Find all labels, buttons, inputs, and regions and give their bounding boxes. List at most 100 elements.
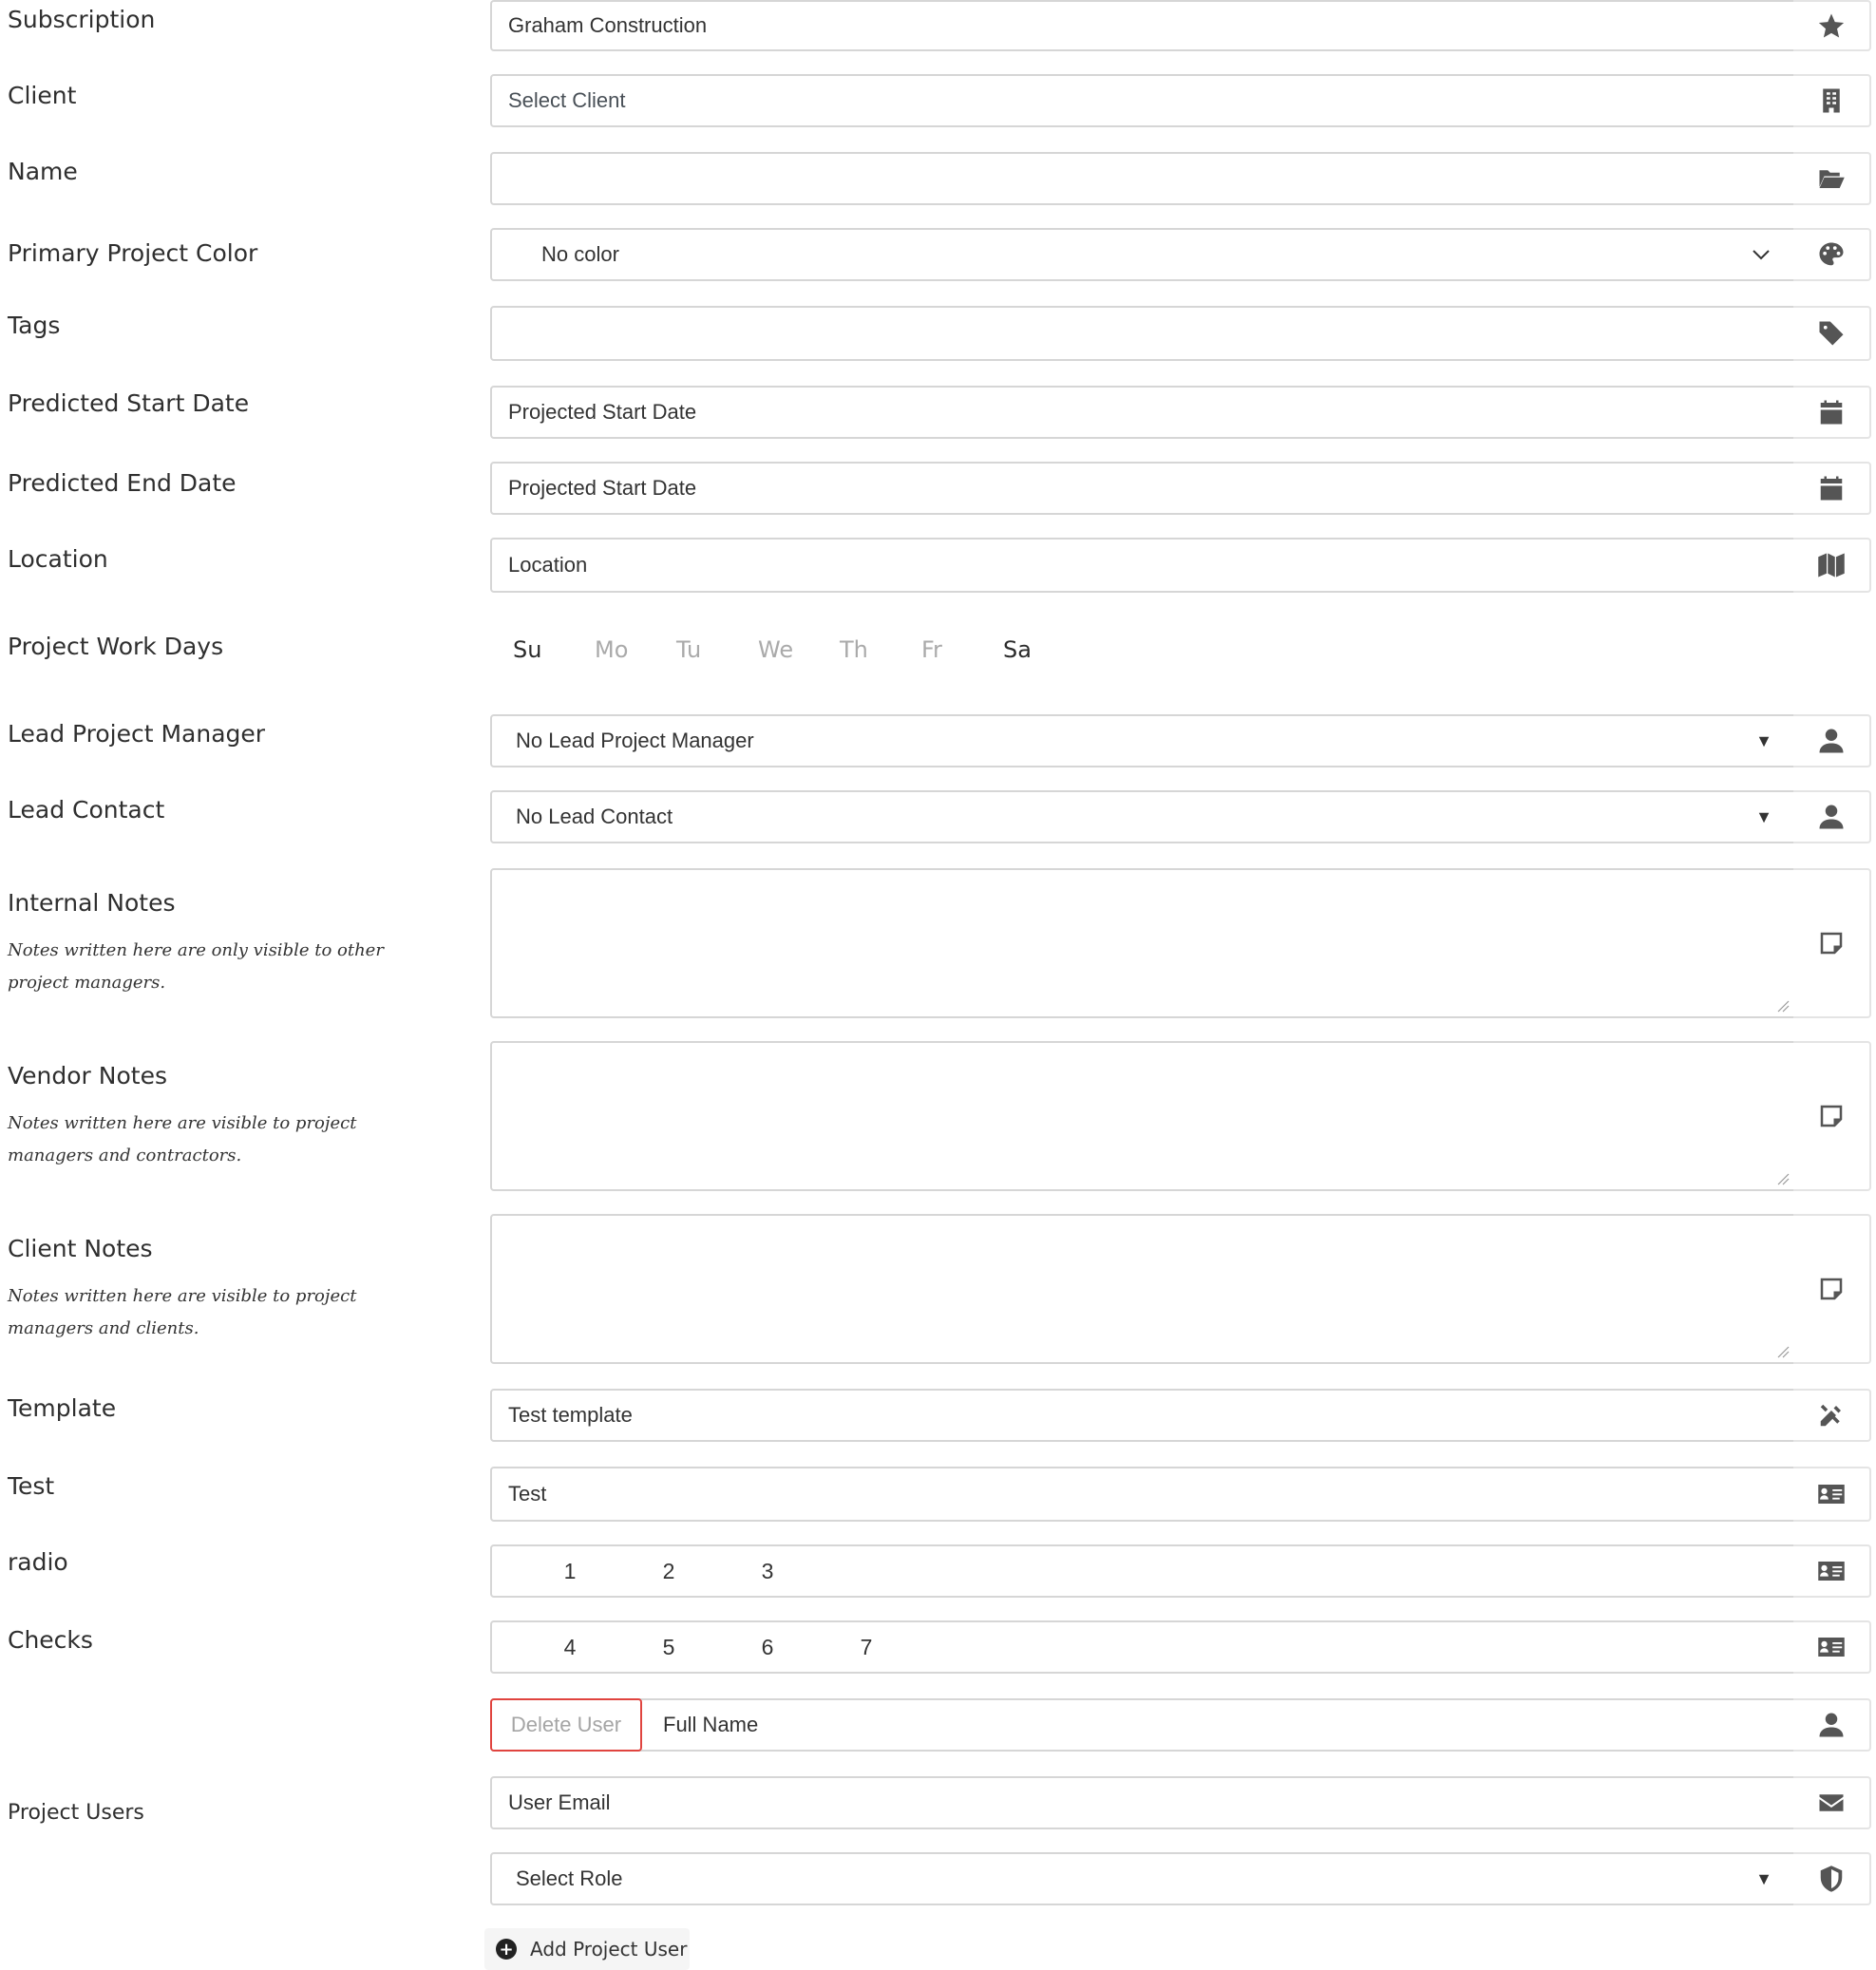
internal-notes-hint: Notes written here are only visible to o…	[8, 940, 384, 993]
checks-label: Checks	[8, 1626, 93, 1654]
tags-label: Tags	[8, 312, 61, 339]
id-card-icon	[1818, 1485, 1845, 1504]
primary-color-select[interactable]: No color	[490, 228, 1795, 281]
day-sunday[interactable]: Su	[513, 636, 595, 663]
vendor-notes-addon	[1793, 1041, 1871, 1191]
caret-down-icon: ▼	[1755, 730, 1772, 750]
check-option[interactable]: 7	[817, 1635, 916, 1660]
day-tuesday[interactable]: Tu	[676, 636, 758, 663]
lead-contact-label: Lead Contact	[8, 796, 165, 824]
tools-icon	[1820, 1404, 1841, 1427]
day-friday[interactable]: Fr	[921, 636, 1003, 663]
role-select[interactable]: Select Role ▼	[490, 1852, 1795, 1905]
primary-color-label: Primary Project Color	[8, 239, 258, 267]
client-notes-addon	[1793, 1214, 1871, 1364]
test-addon	[1793, 1467, 1871, 1522]
internal-notes-label: Internal Notes	[8, 889, 176, 917]
user-icon	[1819, 1713, 1844, 1737]
start-date-addon	[1793, 386, 1871, 439]
lead-pm-addon	[1793, 714, 1871, 767]
day-monday[interactable]: Mo	[595, 636, 676, 663]
resize-grip-icon[interactable]	[1776, 999, 1790, 1013]
lead-pm-select[interactable]: No Lead Project Manager ▼	[490, 714, 1795, 767]
location-input[interactable]: Location	[490, 538, 1795, 593]
radio-option[interactable]: 3	[718, 1559, 817, 1584]
resize-grip-icon[interactable]	[1776, 1345, 1790, 1358]
test-input[interactable]: Test	[490, 1467, 1795, 1522]
primary-color-value: No color	[541, 242, 619, 266]
user-icon	[1819, 729, 1844, 753]
start-date-label: Predicted Start Date	[8, 389, 250, 417]
lead-pm-label: Lead Project Manager	[8, 720, 266, 748]
day-saturday[interactable]: Sa	[1003, 636, 1085, 663]
add-project-user-label: Add Project User	[530, 1938, 688, 1961]
calendar-icon	[1820, 400, 1843, 425]
full-name-addon	[1793, 1698, 1871, 1752]
radio-option[interactable]: 2	[619, 1559, 718, 1584]
building-icon	[1823, 88, 1840, 113]
sticky-note-icon	[1820, 1105, 1843, 1127]
client-notes-textarea[interactable]	[490, 1214, 1795, 1364]
color-addon	[1793, 228, 1871, 281]
radio-label: radio	[8, 1548, 68, 1576]
sticky-note-icon	[1820, 1278, 1843, 1300]
subscription-label: Subscription	[8, 6, 156, 33]
role-addon	[1793, 1852, 1871, 1905]
user-email-input[interactable]: User Email	[490, 1776, 1795, 1829]
radio-group: 1 2 3	[490, 1544, 1795, 1598]
vendor-notes-label: Vendor Notes	[8, 1062, 167, 1089]
resize-grip-icon[interactable]	[1776, 1172, 1790, 1185]
plus-circle-icon: +	[496, 1939, 517, 1960]
add-project-user-button[interactable]: + Add Project User	[484, 1928, 690, 1970]
project-users-label: Project Users	[8, 1801, 144, 1825]
calendar-icon	[1820, 476, 1843, 501]
user-icon	[1819, 805, 1844, 829]
client-notes-hint: Notes written here are visible to projec…	[8, 1286, 357, 1338]
shield-icon	[1820, 1866, 1843, 1892]
chevron-down-icon	[1753, 250, 1770, 260]
end-date-addon	[1793, 462, 1871, 515]
check-option[interactable]: 5	[619, 1635, 718, 1660]
client-select[interactable]: Select Client	[490, 74, 1795, 127]
subscription-addon	[1793, 0, 1871, 51]
template-label: Template	[8, 1394, 117, 1422]
lead-contact-value: No Lead Contact	[516, 805, 673, 828]
caret-down-icon: ▼	[1755, 806, 1772, 826]
client-addon	[1793, 74, 1871, 127]
client-notes-label: Client Notes	[8, 1235, 153, 1262]
end-date-label: Predicted End Date	[8, 469, 237, 497]
palette-icon	[1819, 242, 1844, 266]
template-addon	[1793, 1389, 1871, 1442]
day-thursday[interactable]: Th	[840, 636, 921, 663]
lead-contact-select[interactable]: No Lead Contact ▼	[490, 790, 1795, 843]
work-days-label: Project Work Days	[8, 633, 224, 660]
check-option[interactable]: 4	[521, 1635, 619, 1660]
vendor-notes-hint: Notes written here are visible to projec…	[8, 1113, 357, 1165]
lead-contact-addon	[1793, 790, 1871, 843]
location-label: Location	[8, 545, 108, 573]
full-name-input[interactable]: Full Name	[490, 1698, 1795, 1752]
star-icon	[1818, 13, 1845, 38]
delete-user-button[interactable]: Delete User	[490, 1698, 642, 1752]
radio-option[interactable]: 1	[521, 1559, 619, 1584]
start-date-input[interactable]: Projected Start Date	[490, 386, 1795, 439]
vendor-notes-textarea[interactable]	[490, 1041, 1795, 1191]
internal-notes-addon	[1793, 868, 1871, 1018]
tags-input[interactable]	[490, 306, 1795, 361]
tags-addon	[1793, 306, 1871, 361]
day-wednesday[interactable]: We	[758, 636, 840, 663]
caret-down-icon: ▼	[1755, 1868, 1772, 1888]
name-input[interactable]	[490, 152, 1795, 205]
subscription-field[interactable]: Graham Construction	[490, 0, 1795, 51]
id-card-icon	[1818, 1638, 1845, 1657]
end-date-input[interactable]: Projected Start Date	[490, 462, 1795, 515]
check-option[interactable]: 6	[718, 1635, 817, 1660]
sticky-note-icon	[1820, 932, 1843, 955]
lead-pm-value: No Lead Project Manager	[516, 729, 754, 752]
id-card-icon	[1818, 1562, 1845, 1581]
user-email-addon	[1793, 1776, 1871, 1829]
client-label: Client	[8, 82, 77, 109]
location-addon	[1793, 538, 1871, 593]
template-field[interactable]: Test template	[490, 1389, 1795, 1442]
internal-notes-textarea[interactable]	[490, 868, 1795, 1018]
